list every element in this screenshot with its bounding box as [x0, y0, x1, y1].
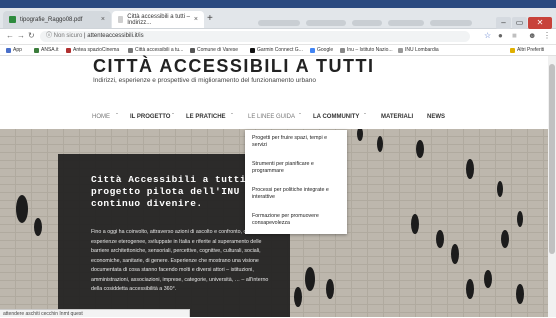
extension-icon[interactable]: ● — [498, 31, 503, 40]
close-window-button[interactable]: ✕ — [528, 17, 552, 29]
minimize-button[interactable]: – — [496, 17, 511, 29]
bookmark-ansa[interactable]: ANSA.it — [34, 47, 59, 53]
new-tab-button[interactable]: + — [207, 13, 213, 24]
antea-icon — [66, 47, 71, 53]
ansa-icon — [34, 47, 39, 53]
page-scrollbar[interactable] — [548, 56, 556, 317]
blurred-area — [258, 20, 300, 26]
window-top-edge — [0, 0, 556, 8]
menu-item-le-linee-guida[interactable]: LE LINEE GUIDA — [248, 114, 295, 120]
menu-item-le-pratiche[interactable]: LE PRATICHE — [186, 114, 226, 120]
address-bar-row: ← → ↻ ⓘ Non sicuro | attenteaccessibili.… — [0, 29, 556, 45]
maximize-button[interactable]: ▭ — [512, 17, 527, 29]
blurred-area — [430, 20, 472, 26]
google-icon — [310, 47, 315, 53]
bookmark-citta[interactable]: Città accessibili a tu... — [128, 47, 183, 53]
menu-item-la-community[interactable]: LA COMMUNITY — [313, 114, 359, 120]
bookmark-comune[interactable]: Comune di Varese — [190, 47, 238, 53]
scrollbar-thumb[interactable] — [549, 64, 555, 254]
info-icon: ⓘ — [46, 33, 54, 39]
globe-icon — [190, 47, 195, 53]
menu-item-home[interactable]: HOME — [92, 114, 110, 120]
bookmark-google[interactable]: Google — [310, 47, 333, 53]
tab-label: Città accessibili a tutti – Indirizz... — [127, 13, 190, 26]
dropdown-item-formazione[interactable]: Formazione per promuovere consapevolezza — [252, 213, 342, 227]
site-subtitle: Indirizzi, esperienze e prospettive di m… — [93, 77, 316, 84]
dropdown-item-processi[interactable]: Processi per politiche integrate e inter… — [252, 187, 342, 201]
reload-icon[interactable]: ↻ — [28, 31, 35, 40]
tab-label: tipografie_Raggo08.pdf — [20, 16, 83, 23]
blurred-area — [388, 20, 424, 26]
chevron-down-icon: ˇ — [172, 114, 174, 120]
forward-icon[interactable]: → — [17, 31, 25, 40]
dropdown-item-strumenti[interactable]: Strumenti per pianificare e programmare — [252, 161, 342, 175]
page-icon — [128, 47, 133, 53]
star-icon[interactable]: ☆ — [484, 31, 491, 40]
page-icon — [118, 16, 124, 23]
bookmark-altri-preferiti[interactable]: Altri Preferiti — [510, 47, 544, 53]
site-header: CITTÀ ACCESSIBILI A TUTTI Indirizzi, esp… — [0, 56, 548, 105]
security-label: Non sicuro — [53, 33, 83, 39]
status-bar: attendere aschiti cecchin Inmt quest — [0, 309, 190, 317]
chevron-down-icon: ˇ — [116, 114, 118, 120]
pdf-icon — [9, 16, 16, 23]
page-icon — [340, 47, 345, 53]
back-icon[interactable]: ← — [6, 31, 14, 40]
tab-strip: tipografie_Raggo08.pdf × Città accessibi… — [0, 8, 556, 29]
chevron-down-icon: ˇ — [231, 114, 233, 120]
menu-item-news[interactable]: NEWS — [427, 114, 445, 120]
extension-icon[interactable]: ■ — [512, 31, 517, 40]
linee-guida-dropdown: Progetti per fruire spazi, tempi e servi… — [245, 130, 347, 234]
site-title[interactable]: CITTÀ ACCESSIBILI A TUTTI — [93, 56, 374, 77]
menu-item-materiali[interactable]: MATERIALI — [381, 114, 413, 120]
apps-icon — [6, 47, 11, 53]
chevron-down-icon: ˇ — [364, 114, 366, 120]
chevron-down-icon: ˇ — [299, 114, 301, 120]
blurred-area — [306, 20, 346, 26]
close-tab-icon[interactable]: × — [101, 16, 105, 23]
profile-icon[interactable]: ☻ — [528, 31, 536, 40]
bookmark-garmin[interactable]: Garmin Connect G... — [250, 47, 303, 53]
folder-icon — [510, 47, 515, 53]
bookmark-inu[interactable]: Inu – Istituto Nazio... — [340, 47, 393, 53]
blurred-area — [352, 20, 382, 26]
bookmarks-bar: App ANSA.it Antea spazioCinema Città acc… — [0, 45, 556, 56]
dropdown-item-progetti[interactable]: Progetti per fruire spazi, tempi e servi… — [252, 135, 342, 149]
bookmark-inu-lombardia[interactable]: INU Lombardia — [398, 47, 439, 53]
bookmark-apps[interactable]: App — [6, 47, 22, 53]
bookmark-antea[interactable]: Antea spazioCinema — [66, 47, 119, 53]
tab-pdf[interactable]: tipografie_Raggo08.pdf × — [3, 11, 111, 28]
main-menu: HOME ˇ IL PROGETTO ˇ LE PRATICHE ˇ LE LI… — [0, 105, 548, 129]
url-text: attenteaccessibili.it/is — [87, 33, 144, 39]
menu-icon[interactable]: ⋮ — [543, 31, 551, 40]
page-icon — [398, 47, 403, 53]
close-tab-icon[interactable]: × — [194, 16, 198, 23]
hero-body-text: Fino a oggi ha coinvolto, attraverso azi… — [91, 229, 269, 292]
tab-citta-accessibili[interactable]: Città accessibili a tutti – Indirizz... … — [112, 11, 204, 28]
url-input[interactable]: ⓘ Non sicuro | attenteaccessibili.it/is — [40, 31, 470, 42]
garmin-icon — [250, 47, 255, 53]
menu-item-il-progetto[interactable]: IL PROGETTO — [130, 114, 170, 120]
